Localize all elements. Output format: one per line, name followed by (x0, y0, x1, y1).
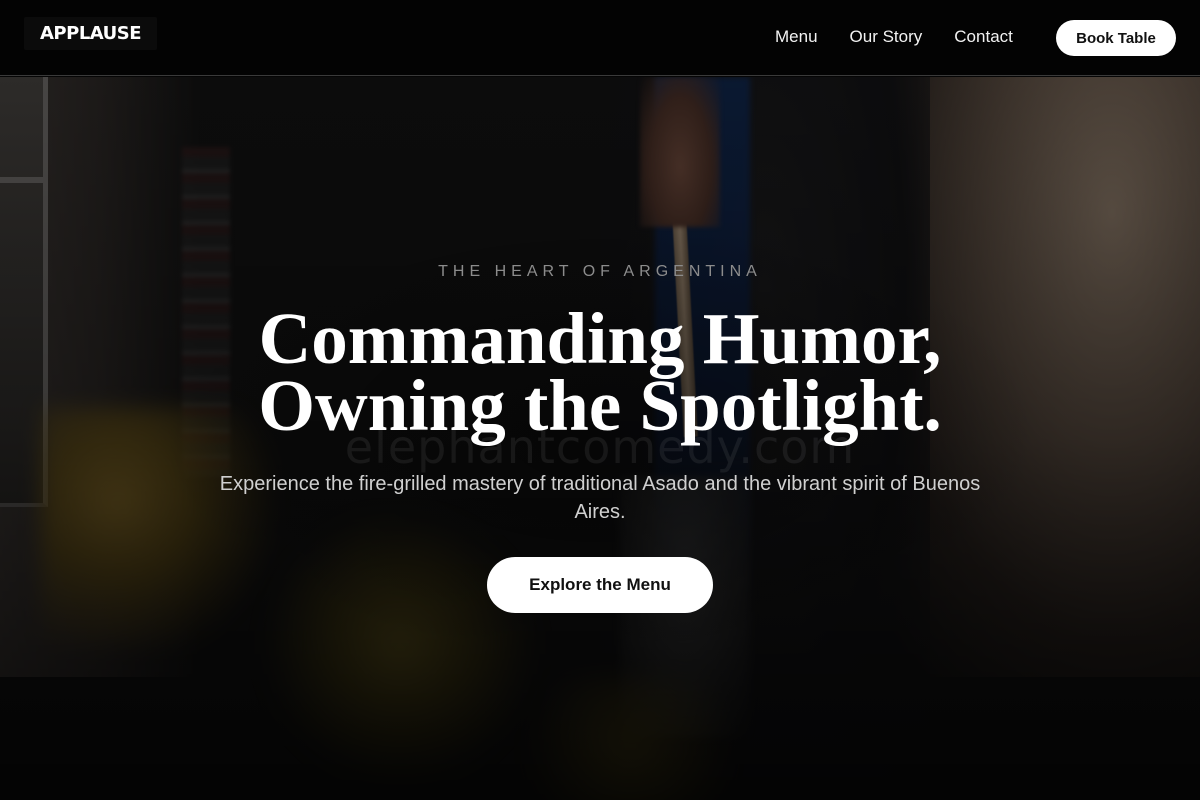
hero-headline-line-2: Owning the Spotlight. (258, 365, 942, 446)
hero-eyebrow: THE HEART OF ARGENTINA (438, 263, 762, 280)
nav-link-our-story[interactable]: Our Story (850, 27, 923, 47)
book-table-button[interactable]: Book Table (1056, 20, 1176, 56)
top-navbar: APPLAUSE Menu Our Story Contact Book Tab… (0, 0, 1200, 76)
brand-logo[interactable]: APPLAUSE (24, 17, 158, 50)
hero-headline: Commanding Humor, Owning the Spotlight. (100, 298, 1100, 446)
hero-headline-line-1: Commanding Humor, (258, 298, 942, 379)
nav-link-menu[interactable]: Menu (775, 27, 818, 47)
main-nav: Menu Our Story Contact (775, 27, 1045, 47)
page: APPLAUSE Menu Our Story Contact Book Tab… (0, 0, 1200, 800)
hero-subtext: Experience the fire-grilled mastery of t… (219, 473, 981, 523)
nav-link-contact[interactable]: Contact (954, 27, 1013, 47)
explore-menu-button[interactable]: Explore the Menu (487, 557, 713, 613)
